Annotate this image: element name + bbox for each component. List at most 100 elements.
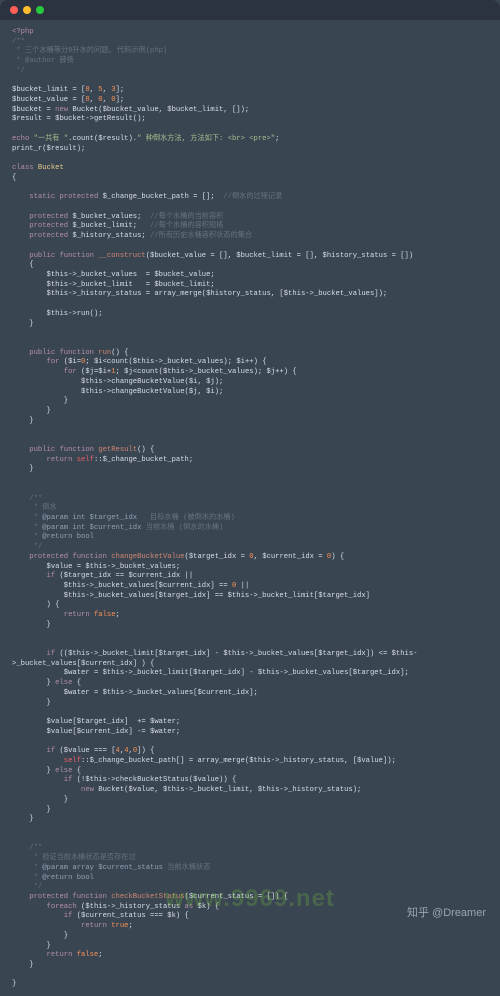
kw-if: if xyxy=(12,572,55,580)
stmt: (($this->_bucket_limit[$target_idx] - $t… xyxy=(55,650,417,658)
comment: * 三个水桶等分8升水的问题, 代码示例(php) xyxy=(12,47,167,55)
kw-new: new xyxy=(12,786,94,794)
close-icon[interactable] xyxy=(10,6,18,14)
brace: } xyxy=(12,932,68,940)
stmt: ($target_idx == $current_idx || xyxy=(55,572,193,580)
stmt: ; xyxy=(116,611,120,619)
stmt: $value[$current_idx] -= $water; xyxy=(12,728,180,736)
maximize-icon[interactable] xyxy=(36,6,44,14)
stmt: $value = $this->_bucket_values; xyxy=(12,563,180,571)
stmt: Bucket($bucket_value, $bucket_limit, [])… xyxy=(68,106,249,114)
kw: static protected xyxy=(12,193,98,201)
kw: public function xyxy=(12,349,94,357)
kw-for: for xyxy=(12,368,77,376)
comment-tag: @return bool xyxy=(42,533,94,541)
stmt: $bucket_limit = [ xyxy=(12,86,85,94)
stmt: print_r($result); xyxy=(12,145,85,153)
comment-tag: @param array $current_status xyxy=(42,864,163,872)
stmt: $bucket = xyxy=(12,106,55,114)
comment: 当前水桶 (倒水的水桶) xyxy=(141,524,223,532)
var: $_history_status; xyxy=(68,232,150,240)
sep: , xyxy=(103,86,112,94)
stmt: $bucket_value = [ xyxy=(12,96,85,104)
brace: } xyxy=(12,767,55,775)
fn: run xyxy=(94,349,111,357)
stmt: $this->_bucket_values[$target_idx] == $t… xyxy=(12,592,370,600)
comment: /** xyxy=(12,844,42,852)
stmt: $this->changeBucketValue($j, $i); xyxy=(12,388,223,396)
brace: { xyxy=(72,767,81,775)
params: ($bucket_value = [], $bucket_limit = [],… xyxy=(146,252,413,260)
stmt: ; xyxy=(275,135,279,143)
fn: checkBucketStatus xyxy=(107,893,185,901)
stmt: $this->run(); xyxy=(12,310,103,318)
fn: getResult xyxy=(94,446,137,454)
kw: protected xyxy=(12,232,68,240)
stmt: ($j=$i+ xyxy=(77,368,112,376)
stmt: $water = $this->_bucket_limit[$target_id… xyxy=(12,669,409,677)
var: $_bucket_limit; xyxy=(68,222,150,230)
stmt: $this->_bucket_values[$current_idx] == xyxy=(12,582,232,590)
kw-return: return xyxy=(12,922,107,930)
brace: } xyxy=(12,806,51,814)
kw-if: if xyxy=(12,747,55,755)
stmt: ($i= xyxy=(59,358,81,366)
sep: , xyxy=(90,86,99,94)
kw: protected xyxy=(12,213,68,221)
brace: } xyxy=(12,980,16,988)
kw-else: else xyxy=(55,767,72,775)
params: ) { xyxy=(331,553,344,561)
stmt: ($current_status === $k) { xyxy=(72,912,188,920)
kw-class: class xyxy=(12,164,34,172)
var: $_change_bucket_path = []; xyxy=(98,193,223,201)
comment: * xyxy=(12,514,42,522)
params: ($current_status = []) { xyxy=(185,893,289,901)
brace: } xyxy=(12,407,51,415)
comment-tag: @param int $target_idx xyxy=(42,514,137,522)
stmt: >_bucket_values[$current_idx] ) { xyxy=(12,660,154,668)
bool: false xyxy=(72,951,98,959)
stmt: ; $i<count($this->_bucket_values); $i++)… xyxy=(85,358,266,366)
stmt: ($value === [ xyxy=(55,747,115,755)
stmt: $result = $bucket->getResult(); xyxy=(12,115,146,123)
kw: public function xyxy=(12,252,94,260)
brace: } xyxy=(12,942,51,950)
sep: , xyxy=(103,96,112,104)
comment: //每个水桶的当前容积 xyxy=(150,213,223,221)
brace: { xyxy=(12,261,34,269)
brace: } xyxy=(12,796,68,804)
stmt: $water = $this->_bucket_values[$current_… xyxy=(12,689,258,697)
stmt: ; $j<count($this->_bucket_values); $j++)… xyxy=(116,368,297,376)
brace: ) { xyxy=(12,601,59,609)
brace: } xyxy=(12,961,34,969)
params: () { xyxy=(137,446,154,454)
self: self xyxy=(12,757,81,765)
brace: { xyxy=(72,679,81,687)
attribution: 知乎 @Dreamer xyxy=(407,906,486,921)
stmt: Bucket($value, $this->_bucket_limit, $th… xyxy=(94,786,361,794)
stmt: $this->_bucket_values = $bucket_value; xyxy=(12,271,215,279)
comment: 当前水桶状态 xyxy=(163,864,210,872)
code-body: <?php /** * 三个水桶等分8升水的问题, 代码示例(php) * @a… xyxy=(12,28,488,990)
stmt: $this->_bucket_limit = $bucket_limit; xyxy=(12,281,215,289)
kw: public function xyxy=(12,446,94,454)
comment: * xyxy=(12,524,42,532)
var: $_bucket_values; xyxy=(68,213,150,221)
kw-return: return xyxy=(12,951,72,959)
kw: protected xyxy=(12,222,68,230)
stmt: || xyxy=(236,582,249,590)
stmt: ::$_change_bucket_path; xyxy=(94,456,193,464)
str: " 种倒水方法, 方法如下: <br> <pre>" xyxy=(137,135,275,143)
comment: //倒水的过程记录 xyxy=(223,193,282,201)
editor-window: <?php /** * 三个水桶等分8升水的问题, 代码示例(php) * @a… xyxy=(0,0,500,996)
kw-new: new xyxy=(55,106,68,114)
params: , $current_idx = xyxy=(254,553,327,561)
classname: Bucket xyxy=(34,164,64,172)
sep: , xyxy=(90,96,99,104)
minimize-icon[interactable] xyxy=(23,6,31,14)
stmt: ($this->_history_status xyxy=(77,903,185,911)
fn: __construct xyxy=(94,252,146,260)
comment: /** xyxy=(12,495,42,503)
comment: /** xyxy=(12,38,25,46)
stmt: ; xyxy=(128,922,132,930)
